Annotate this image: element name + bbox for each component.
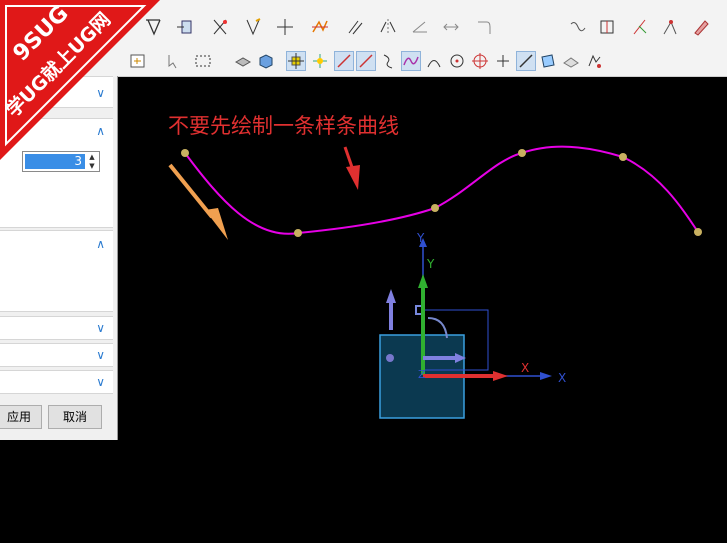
orange-arrow — [168, 163, 214, 219]
x-axis-inner-arrow — [493, 371, 508, 381]
red-arrow-head — [346, 165, 360, 190]
y-axis-inner-arrow — [418, 274, 428, 288]
x-axis-label-inner: X — [521, 361, 529, 375]
spline-pole[interactable] — [619, 153, 627, 161]
spline-pole[interactable] — [294, 229, 302, 237]
wcs-origin-ball — [386, 354, 394, 362]
spline-pole[interactable] — [181, 149, 189, 157]
spline-pole[interactable] — [518, 149, 526, 157]
z-axis-label: Z — [418, 368, 426, 381]
orange-arrow-head — [205, 208, 228, 240]
x-axis-label-outer: X — [558, 371, 566, 385]
x-axis-outer-arrow — [540, 372, 552, 380]
wcs-y-handle-arrow[interactable] — [386, 289, 396, 303]
y-axis-label-inner: Y — [426, 257, 435, 271]
y-axis-label-outer: Y — [416, 231, 425, 245]
annotation-text: 不要先绘制一条样条曲线 — [168, 114, 399, 138]
spline-pole[interactable] — [431, 204, 439, 212]
spline-pole[interactable] — [694, 228, 702, 236]
watermark-badge: 9SUG 学UG就上UG网 — [0, 0, 160, 160]
